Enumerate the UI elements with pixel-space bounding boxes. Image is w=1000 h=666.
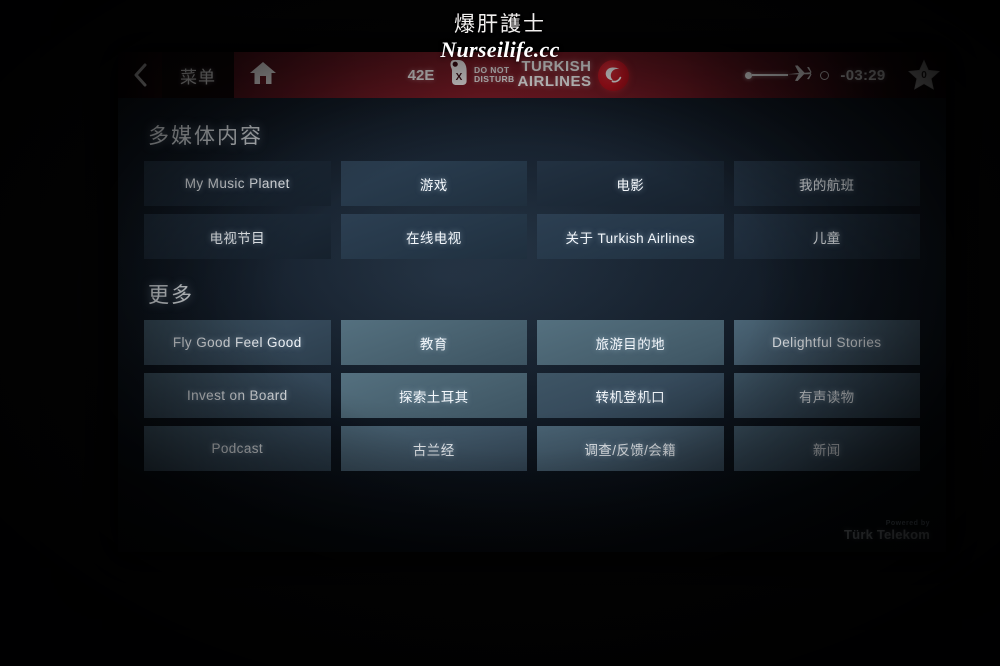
tile-movies[interactable]: 电影 — [537, 161, 724, 206]
tile-transfer-gate[interactable]: 转机登机口 — [537, 373, 724, 418]
star-icon: 0 — [907, 59, 941, 92]
svg-text:X: X — [456, 72, 463, 83]
powered-by-mark: Powered by Türk Telekom — [844, 520, 930, 542]
flight-progress-indicator[interactable] — [745, 52, 829, 98]
destination-dot-icon — [820, 70, 829, 80]
tile-about-turkish-airlines[interactable]: 关于 Turkish Airlines — [537, 214, 724, 259]
favorites-count: 0 — [921, 69, 927, 81]
brand-line-2: AIRLINES — [517, 73, 592, 90]
home-button[interactable] — [241, 52, 285, 98]
tile-travel-destinations[interactable]: 旅游目的地 — [537, 320, 724, 365]
tile-delightful-stories[interactable]: Delightful Stories — [733, 320, 920, 365]
tile-discover-turkey[interactable]: 探索土耳其 — [340, 373, 527, 418]
tile-invest-on-board[interactable]: Invest on Board — [144, 373, 331, 418]
more-tile-grid: Fly Good Feel Good 教育 旅游目的地 Delightful S… — [144, 320, 920, 471]
airplane-icon — [786, 63, 812, 88]
seat-number-badge: 42E — [394, 52, 448, 98]
content-area: 多媒体内容 My Music Planet 游戏 电影 我的航班 电视节目 在线… — [118, 98, 946, 552]
chevron-left-icon — [133, 63, 148, 87]
tile-fly-good-feel-good[interactable]: Fly Good Feel Good — [144, 320, 331, 365]
menu-button[interactable]: 菜单 — [162, 52, 234, 98]
favorites-button[interactable]: 0 — [901, 52, 946, 98]
ife-screen-panel: 菜单 42E X DO NOT DISTURB TURKISH AIRLINES… — [118, 52, 946, 552]
tile-games[interactable]: 游戏 — [340, 161, 527, 206]
section-title-more: 更多 — [148, 284, 194, 307]
section-title-multimedia: 多媒体内容 — [148, 125, 263, 148]
route-line — [752, 74, 788, 76]
door-hanger-icon: X — [450, 59, 469, 91]
back-button[interactable] — [118, 52, 162, 98]
tile-survey-feedback-membership[interactable]: 调查/反馈/会籍 — [537, 426, 724, 471]
watermark-chinese: 爆肝護士 — [454, 12, 546, 36]
header-bar: 菜单 42E X DO NOT DISTURB TURKISH AIRLINES… — [118, 52, 946, 98]
tile-kids[interactable]: 儿童 — [733, 214, 920, 259]
turkish-airlines-logo: TURKISH AIRLINES — [473, 52, 673, 98]
time-remaining: -03:29 — [830, 52, 896, 98]
tile-quran[interactable]: 古兰经 — [340, 426, 527, 471]
turkish-airlines-wordmark: TURKISH AIRLINES — [517, 59, 592, 90]
tile-tv-shows[interactable]: 电视节目 — [144, 214, 331, 259]
menu-button-label: 菜单 — [180, 67, 216, 87]
tile-my-music-planet[interactable]: My Music Planet — [144, 161, 331, 206]
provider-label: Türk Telekom — [844, 526, 930, 542]
origin-dot-icon — [745, 71, 752, 79]
dark-cabin-background: 菜单 42E X DO NOT DISTURB TURKISH AIRLINES… — [0, 0, 1000, 666]
tile-my-flight[interactable]: 我的航班 — [733, 161, 920, 206]
tile-audiobooks[interactable]: 有声读物 — [733, 373, 920, 418]
home-icon — [249, 60, 277, 91]
time-remaining-label: -03:29 — [840, 66, 886, 84]
tile-podcast[interactable]: Podcast — [144, 426, 331, 471]
turkish-airlines-bird-icon — [597, 59, 629, 91]
seat-number-label: 42E — [407, 66, 435, 84]
tile-live-tv[interactable]: 在线电视 — [340, 214, 527, 259]
tile-education[interactable]: 教育 — [340, 320, 527, 365]
tile-news[interactable]: 新闻 — [733, 426, 920, 471]
multimedia-tile-grid: My Music Planet 游戏 电影 我的航班 电视节目 在线电视 关于 … — [144, 161, 920, 259]
